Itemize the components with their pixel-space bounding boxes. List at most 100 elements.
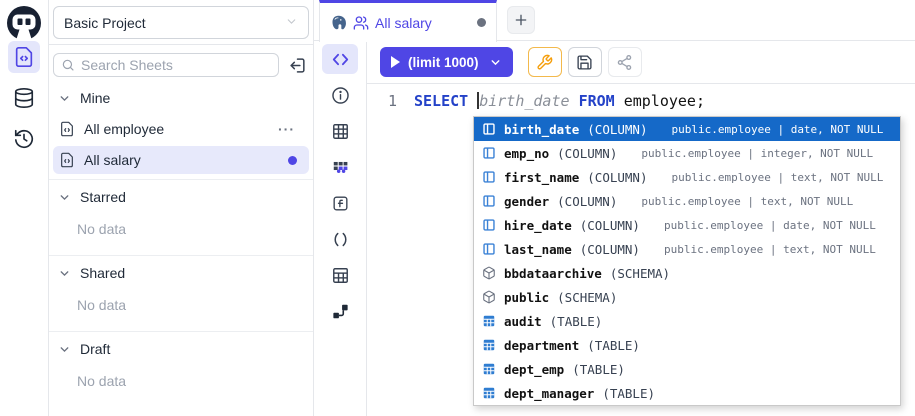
new-tab-button[interactable] (507, 6, 535, 34)
sql-text: SELECT birth_date FROM employee; (414, 91, 705, 111)
section-starred[interactable]: Starred (49, 180, 313, 211)
sheet-search-row (49, 45, 313, 81)
mode-parentheses-button[interactable] (322, 224, 358, 254)
flow-diagram-icon (331, 302, 350, 321)
collapse-panel-button[interactable] (288, 56, 307, 75)
postgres-icon (330, 14, 347, 31)
plus-icon (513, 12, 529, 28)
column-icon (482, 194, 496, 208)
tab-strip: All salary (314, 0, 915, 41)
code-pane[interactable]: 1 SELECT birth_date FROM employee; birth… (367, 84, 915, 416)
sheet-item-all-salary[interactable]: All salary (53, 146, 309, 174)
chevron-down-icon (285, 15, 298, 31)
editor-region: All salary (314, 0, 915, 416)
section-draft[interactable]: Draft (49, 332, 313, 363)
sql-editor-app: Basic Project Mine (0, 0, 915, 416)
autocomplete-item[interactable]: dept_manager (TABLE) (474, 381, 900, 405)
run-button-label: (limit 1000) (408, 55, 479, 70)
mode-function-button[interactable] (322, 188, 358, 218)
autocomplete-item[interactable]: bbdataarchive (SCHEMA) (474, 261, 900, 285)
unsaved-dot (477, 18, 486, 27)
bytebase-logo-icon[interactable] (6, 5, 42, 41)
panel-collapse-left-icon (288, 56, 307, 75)
mode-schema-diagram-button[interactable] (322, 296, 358, 326)
sql-keyword: SELECT (414, 92, 477, 110)
column-icon (482, 218, 496, 232)
table-icon (331, 122, 350, 141)
database-icon (13, 87, 35, 109)
autocomplete-item[interactable]: gender (COLUMN) public.employee | text, … (474, 189, 900, 213)
autocomplete-item[interactable]: first_name (COLUMN) public.employee | te… (474, 165, 900, 189)
more-actions-button[interactable]: ··· (278, 121, 303, 137)
sheet-tree: Mine All employee ··· All salary (49, 81, 313, 402)
format-sql-button[interactable] (528, 47, 562, 77)
sheet-item-label: All employee (84, 121, 164, 137)
schema-icon (482, 266, 496, 280)
table-icon (482, 338, 496, 352)
function-icon (331, 194, 350, 213)
share-icon (616, 54, 633, 71)
column-icon (482, 146, 496, 160)
search-sheets-input[interactable] (81, 57, 271, 73)
autocomplete-popup: birth_date (COLUMN) public.employee | da… (473, 116, 901, 406)
table-icon (482, 362, 496, 376)
table-icon (482, 314, 496, 328)
ghost-suggestion: birth_date (479, 92, 578, 110)
autocomplete-item[interactable]: dept_emp (TABLE) (474, 357, 900, 381)
line-number: 1 (367, 91, 397, 111)
parentheses-icon (331, 230, 350, 249)
empty-placeholder: No data (49, 211, 313, 250)
shared-users-icon (353, 15, 369, 31)
mode-data-table-button[interactable] (322, 260, 358, 290)
wrench-icon (536, 54, 553, 71)
section-shared[interactable]: Shared (49, 256, 313, 287)
run-query-button[interactable]: (limit 1000) (380, 47, 513, 77)
section-label: Mine (80, 90, 110, 106)
mode-info-button[interactable] (322, 80, 358, 110)
chevron-down-icon (58, 92, 71, 105)
autocomplete-item[interactable]: department (TABLE) (474, 333, 900, 357)
sheet-panel: Basic Project Mine (49, 0, 314, 416)
share-sheet-button[interactable] (608, 47, 642, 77)
sheet-item-all-employee[interactable]: All employee ··· (53, 115, 309, 143)
nav-history-button[interactable] (8, 123, 40, 155)
section-label: Starred (80, 189, 126, 205)
sql-keyword: FROM (579, 92, 624, 110)
autocomplete-item[interactable]: public (SCHEMA) (474, 285, 900, 309)
mode-sql-code-button[interactable] (322, 44, 358, 74)
left-nav-rail (0, 0, 49, 416)
sheet-icon (59, 152, 75, 168)
section-mine[interactable]: Mine (49, 81, 313, 112)
tab-all-salary[interactable]: All salary (319, 0, 497, 42)
search-icon (61, 58, 75, 72)
chevron-down-icon (58, 343, 71, 356)
save-sheet-button[interactable] (568, 47, 602, 77)
column-icon (482, 122, 496, 136)
history-icon (13, 128, 35, 150)
autocomplete-item[interactable]: emp_no (COLUMN) public.employee | intege… (474, 141, 900, 165)
mode-result-grid-button[interactable] (322, 152, 358, 182)
autocomplete-item[interactable]: audit (TABLE) (474, 309, 900, 333)
sql-editor: (limit 1000) (367, 41, 915, 416)
search-sheets-box[interactable] (53, 53, 279, 77)
sheet-code-icon (13, 46, 35, 68)
autocomplete-item[interactable]: last_name (COLUMN) public.employee | tex… (474, 237, 900, 261)
empty-placeholder: No data (49, 287, 313, 326)
colored-grid-icon (331, 158, 350, 177)
table-icon (482, 386, 496, 400)
autocomplete-item[interactable]: hire_date (COLUMN) public.employee | dat… (474, 213, 900, 237)
code-line-1: 1 SELECT birth_date FROM employee; (367, 84, 915, 111)
editor-mode-strip (314, 41, 367, 416)
project-selector[interactable]: Basic Project (53, 6, 309, 39)
project-selector-row: Basic Project (49, 0, 313, 45)
schema-icon (482, 290, 496, 304)
sheet-icon (59, 121, 75, 137)
nav-databases-button[interactable] (8, 82, 40, 114)
nav-sheets-button[interactable] (8, 41, 40, 73)
info-icon (331, 86, 350, 105)
column-icon (482, 170, 496, 184)
autocomplete-item[interactable]: birth_date (COLUMN) public.employee | da… (474, 117, 900, 141)
chevron-down-icon (58, 191, 71, 204)
mode-table-button[interactable] (322, 116, 358, 146)
chevron-down-icon (489, 56, 502, 69)
